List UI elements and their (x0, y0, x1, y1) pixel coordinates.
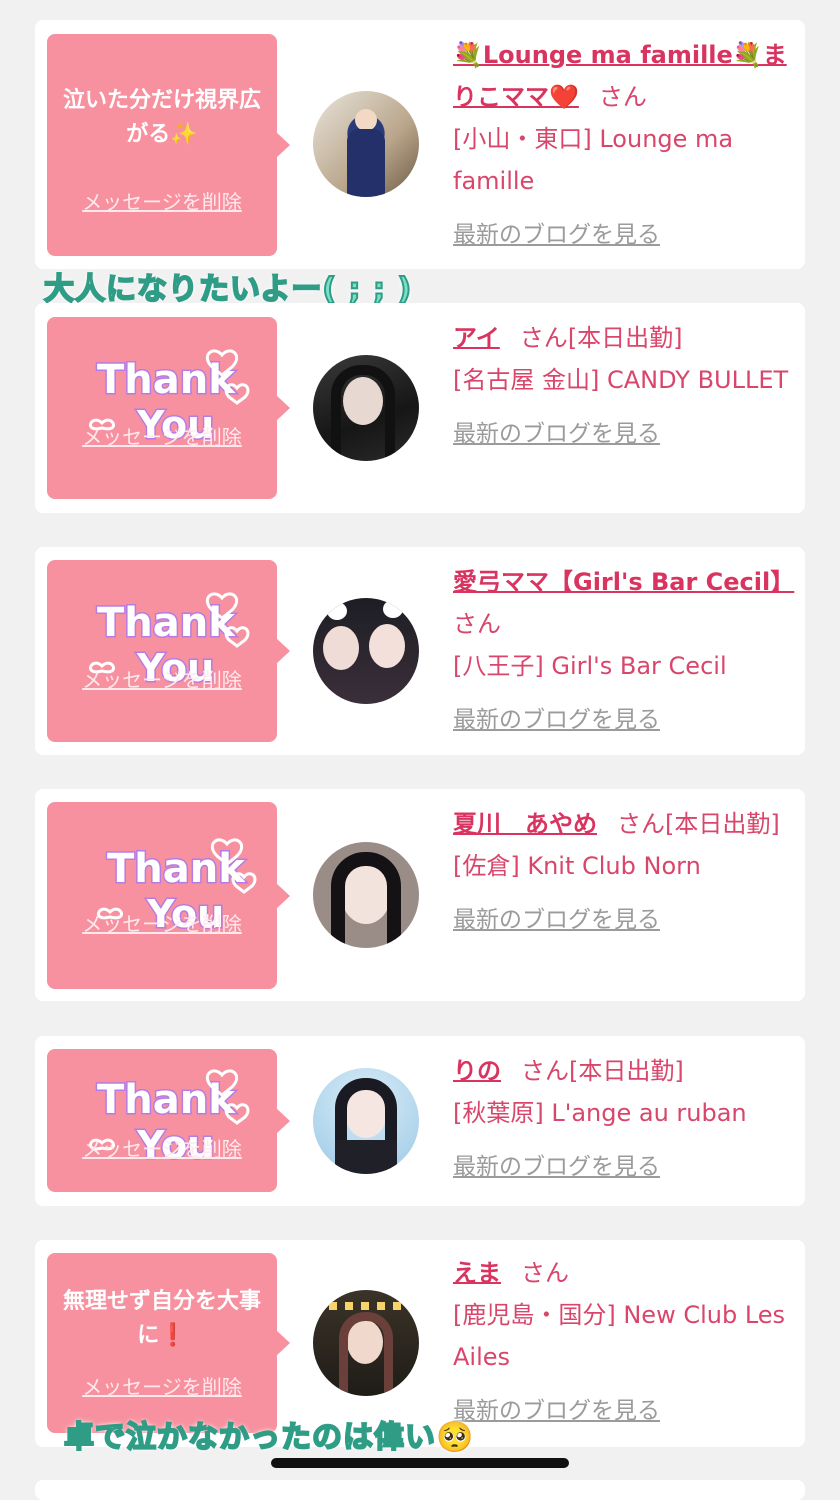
thank-text: Thank (97, 600, 236, 646)
message-bubble: 泣いた分だけ視界広がる✨ メッセージを削除 (47, 34, 290, 256)
thank-text: Thank (97, 1077, 236, 1123)
user-name-link[interactable]: りの (453, 1057, 501, 1085)
honorific: さん (598, 83, 647, 111)
honorific: さん (519, 324, 568, 352)
delete-message-link[interactable]: メッセージを削除 (47, 186, 277, 215)
message-card: Thank You メッセージを削除 りの さん[本日出勤] [秋葉原] L'an… (35, 1036, 805, 1206)
latest-blog-link[interactable]: 最新のブログを見る (453, 413, 798, 455)
avatar[interactable] (313, 91, 419, 197)
avatar[interactable] (313, 842, 419, 948)
delete-message-link[interactable]: メッセージを削除 (47, 908, 277, 937)
user-info: アイ さん[本日出勤] [名古屋 金山] CANDY BULLET 最新のブログを… (453, 317, 798, 455)
delete-message-link[interactable]: メッセージを削除 (47, 1371, 277, 1400)
latest-blog-link[interactable]: 最新のブログを見る (453, 214, 798, 256)
status-text: [本日出勤] (567, 324, 683, 352)
user-info: 夏川 あやめ さん[本日出勤] [佐倉] Knit Club Norn 最新のブロ… (453, 803, 798, 941)
message-bubble: Thank You メッセージを削除 (47, 1049, 290, 1192)
message-bubble: Thank You メッセージを削除 (47, 317, 290, 499)
status-text: [本日出勤] (569, 1057, 684, 1085)
home-indicator[interactable] (271, 1458, 569, 1468)
latest-blog-link[interactable]: 最新のブログを見る (453, 1146, 798, 1188)
shop-text: [秋葉原] L'ange au ruban (453, 1099, 747, 1127)
shop-text: [名古屋 金山] CANDY BULLET (453, 366, 789, 394)
user-info: えま さん [鹿児島・国分] New Club Les Ailes 最新のブログを… (453, 1252, 798, 1432)
honorific: さん (521, 1057, 569, 1085)
thank-text: Thank (107, 846, 246, 892)
message-text: 無理せず自分を大事に❗️ (62, 1289, 261, 1348)
shop-text: [小山・東口] Lounge ma famille (453, 125, 734, 195)
user-info: 💐Lounge ma famille💐まりこママ❤️ さん [小山・東口] Lou… (453, 34, 798, 256)
message-bubble: Thank You メッセージを削除 (47, 802, 290, 989)
thank-text: Thank (97, 357, 236, 403)
user-name-link[interactable]: 愛弓ママ【Girl's Bar Cecil】 (453, 568, 794, 596)
shop-text: [鹿児島・国分] New Club Les Ailes (453, 1301, 786, 1371)
user-name-link[interactable]: えま (453, 1259, 501, 1287)
shop-text: [八王子] Girl's Bar Cecil (453, 652, 727, 680)
honorific: さん (617, 810, 665, 838)
message-card: Thank You メッセージを削除 アイ さん[本日出勤] [名古屋 金山] C… (35, 303, 805, 513)
message-text: 泣いた分だけ視界広がる✨ (62, 88, 261, 147)
user-info: りの さん[本日出勤] [秋葉原] L'ange au ruban 最新のブログを… (453, 1050, 798, 1188)
latest-blog-link[interactable]: 最新のブログを見る (453, 899, 798, 941)
user-name-link[interactable]: アイ (453, 324, 500, 352)
latest-blog-link[interactable]: 最新のブログを見る (453, 699, 798, 741)
shop-text: [佐倉] Knit Club Norn (453, 852, 701, 880)
delete-message-link[interactable]: メッセージを削除 (47, 1133, 277, 1162)
user-name-link[interactable]: 夏川 あやめ (453, 810, 597, 838)
message-card: Thank You メッセージを削除 夏川 あやめ さん[本日出勤] [佐倉] K… (35, 789, 805, 1001)
avatar[interactable] (313, 1290, 419, 1396)
user-info: 愛弓ママ【Girl's Bar Cecil】さん [八王子] Girl's Ba… (453, 561, 798, 741)
message-card: 泣いた分だけ視界広がる✨ メッセージを削除 💐Lounge ma famille… (35, 20, 805, 269)
latest-blog-link[interactable]: 最新のブログを見る (453, 1390, 798, 1432)
honorific: さん (521, 1259, 569, 1287)
avatar[interactable] (313, 598, 419, 704)
delete-message-link[interactable]: メッセージを削除 (47, 421, 277, 450)
message-bubble: 無理せず自分を大事に❗️ メッセージを削除 (47, 1253, 290, 1433)
overlay-text-bottom: 卓で泣かなかったのは偉い🥺 (63, 1419, 475, 1456)
next-card-edge (35, 1480, 805, 1500)
honorific: さん (453, 610, 501, 638)
message-bubble: Thank You メッセージを削除 (47, 560, 290, 742)
avatar[interactable] (313, 355, 419, 461)
avatar[interactable] (313, 1068, 419, 1174)
message-card: Thank You メッセージを削除 愛弓ママ【Girl's Bar Cecil… (35, 547, 805, 755)
status-text: [本日出勤] (665, 810, 780, 838)
overlay-text-top: 大人になりたいよー( ; ; ) (43, 271, 413, 308)
delete-message-link[interactable]: メッセージを削除 (47, 664, 277, 693)
